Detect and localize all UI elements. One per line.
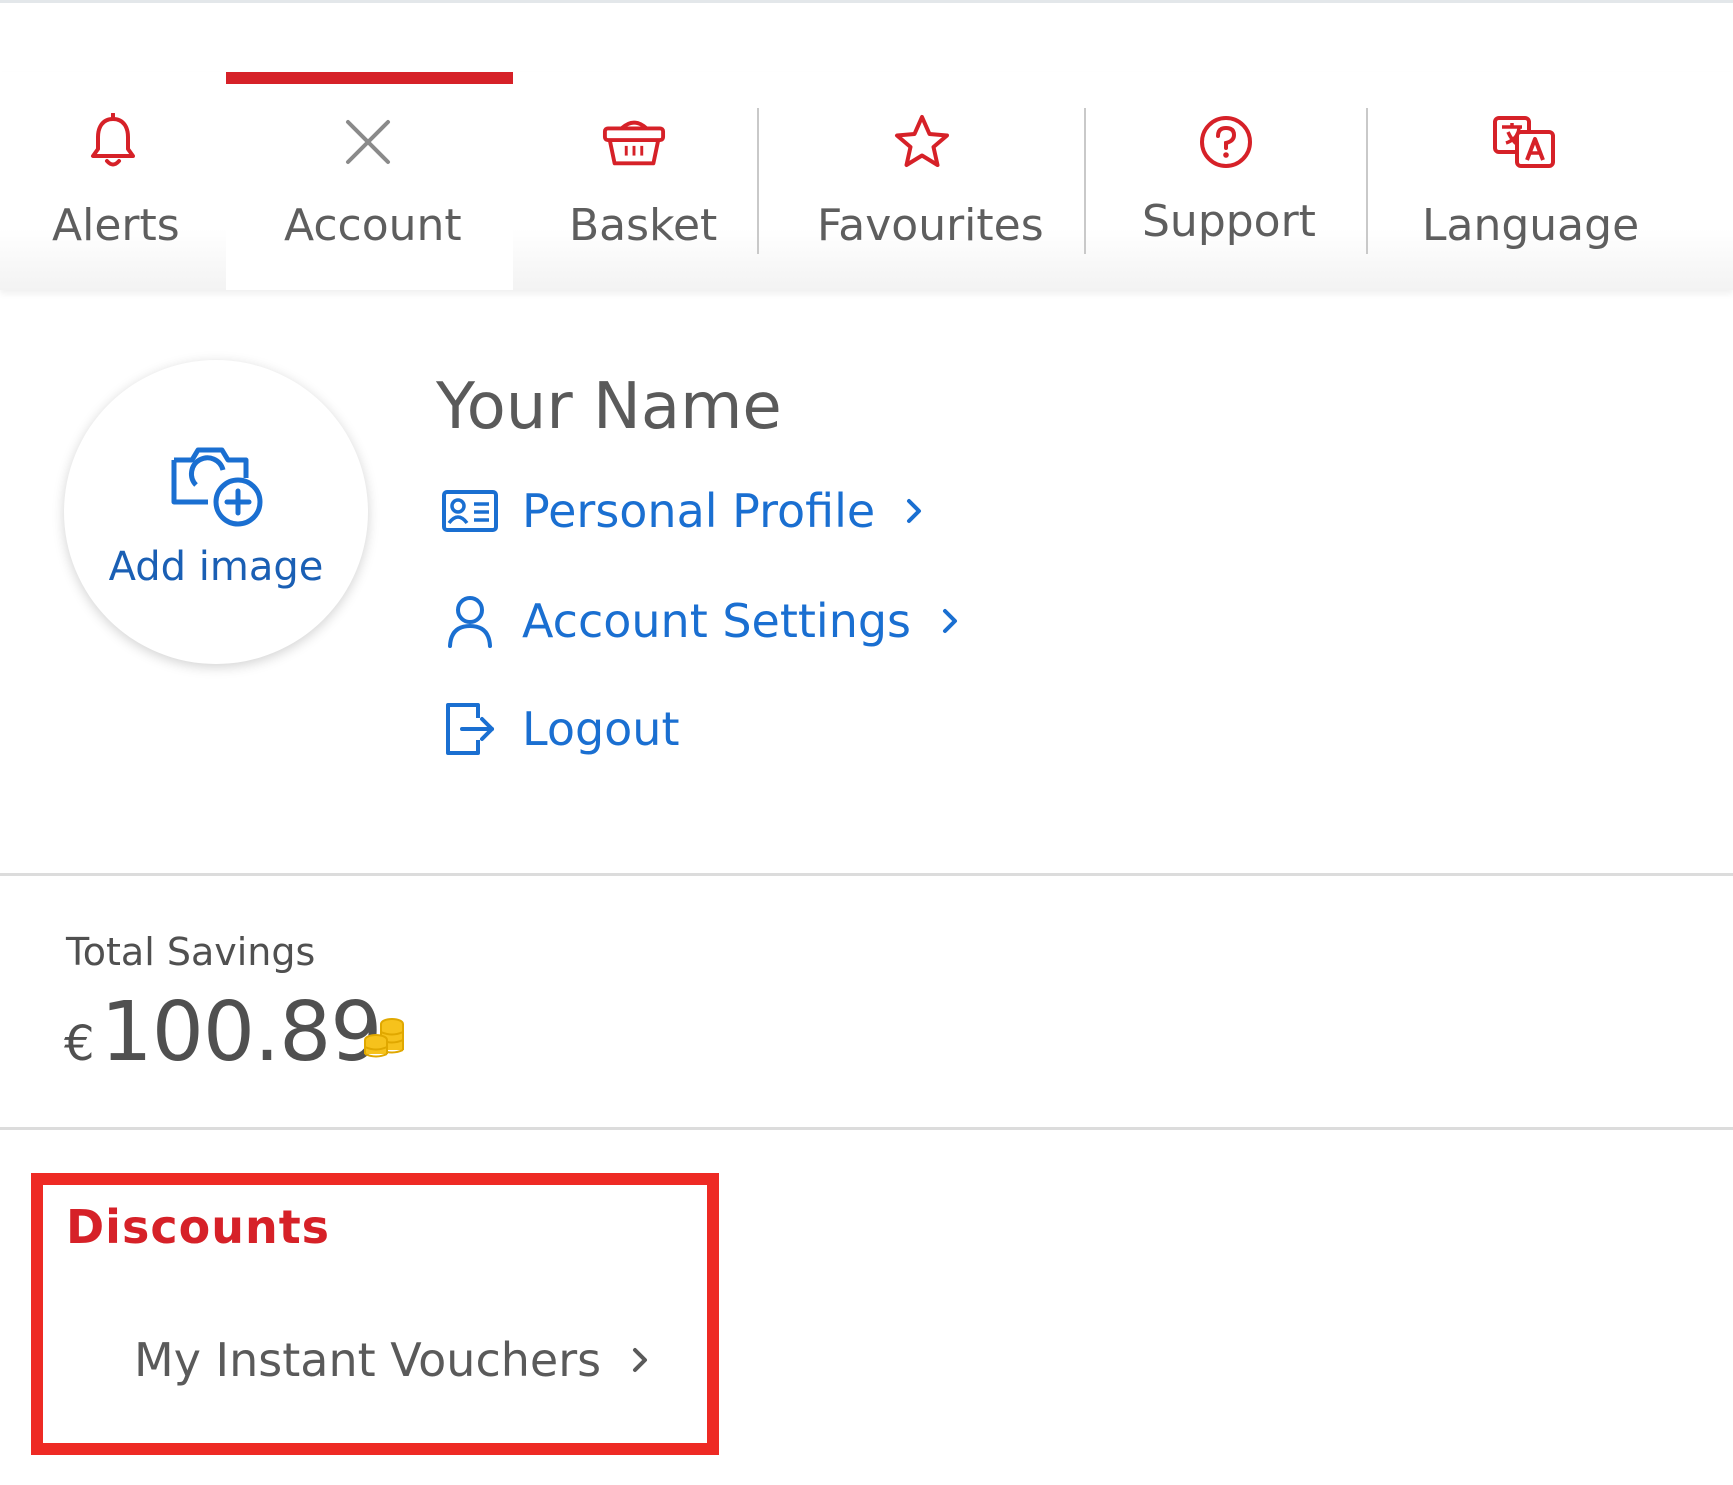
account-page: Alerts Account Basket Favourites Support… <box>0 0 1733 1485</box>
total-savings-label: Total Savings <box>66 930 316 974</box>
nav-divider <box>757 108 759 254</box>
nav-label-account: Account <box>284 200 462 251</box>
nav-item-basket[interactable]: Basket <box>513 72 758 290</box>
section-divider <box>0 1127 1733 1130</box>
bell-icon <box>81 110 145 174</box>
total-savings-value: € 100.89 <box>64 985 383 1080</box>
add-image-label: Add image <box>108 544 324 590</box>
nav-label-basket: Basket <box>569 200 718 251</box>
logout-link[interactable]: Logout <box>440 694 680 764</box>
top-nav-bar: Alerts Account Basket Favourites Support… <box>0 72 1733 290</box>
basket-icon <box>602 110 666 174</box>
star-icon <box>890 110 954 174</box>
my-instant-vouchers-link[interactable]: My Instant Vouchers <box>134 1328 653 1392</box>
add-image-button[interactable]: Add image <box>64 360 368 664</box>
user-name: Your Name <box>436 370 782 444</box>
nav-item-favourites[interactable]: Favourites <box>760 72 1084 290</box>
nav-label-support: Support <box>1142 196 1316 247</box>
nav-item-account[interactable]: Account <box>226 72 513 290</box>
nav-label-language: Language <box>1422 200 1640 251</box>
coins-icon <box>362 1016 408 1060</box>
chevron-right-icon <box>901 491 927 531</box>
help-circle-icon <box>1194 110 1258 174</box>
currency-symbol: € <box>64 1016 95 1072</box>
nav-label-alerts: Alerts <box>52 200 180 251</box>
savings-amount: 100.89 <box>100 985 383 1080</box>
user-icon <box>440 591 500 651</box>
discounts-heading: Discounts <box>66 1200 331 1254</box>
chevron-right-icon <box>937 601 963 641</box>
logout-label: Logout <box>522 702 680 756</box>
logout-icon <box>440 699 500 759</box>
personal-profile-label: Personal Profile <box>522 484 876 538</box>
my-instant-vouchers-label: My Instant Vouchers <box>134 1333 602 1387</box>
id-card-icon <box>440 481 500 541</box>
account-settings-link[interactable]: Account Settings <box>440 586 963 656</box>
section-divider <box>0 873 1733 876</box>
close-icon[interactable] <box>336 110 400 174</box>
nav-label-favourites: Favourites <box>817 200 1044 251</box>
nav-item-support[interactable]: Support <box>1086 72 1366 290</box>
nav-item-language[interactable]: Language <box>1368 72 1680 290</box>
chevron-right-icon <box>627 1340 653 1380</box>
translate-icon <box>1492 110 1556 174</box>
top-border <box>0 0 1733 3</box>
account-settings-label: Account Settings <box>522 594 912 648</box>
nav-item-alerts[interactable]: Alerts <box>0 72 226 290</box>
personal-profile-link[interactable]: Personal Profile <box>440 476 927 546</box>
add-photo-icon <box>168 440 268 530</box>
